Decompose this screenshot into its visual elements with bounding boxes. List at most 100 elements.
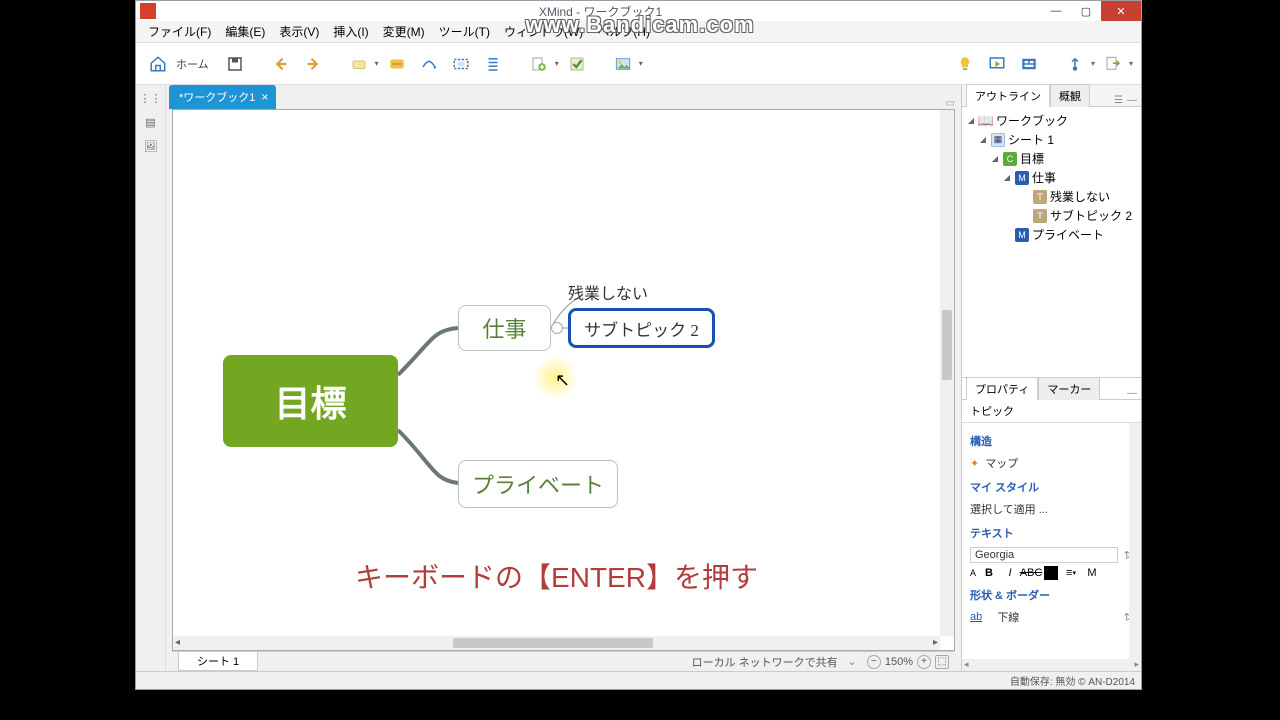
properties-body[interactable]: 構造 ✦マップ マイ スタイル 選択して適用 ... テキスト Georgia … bbox=[962, 423, 1141, 659]
undo-button[interactable] bbox=[267, 50, 295, 78]
central-icon: C bbox=[1003, 152, 1017, 166]
redo-button[interactable] bbox=[299, 50, 327, 78]
expand-handle[interactable] bbox=[551, 322, 563, 334]
tab-outline[interactable]: アウトライン bbox=[966, 84, 1050, 107]
save-button[interactable] bbox=[221, 50, 249, 78]
cursor-icon: ↖ bbox=[555, 370, 570, 391]
maximize-button[interactable]: ▢ bbox=[1071, 1, 1101, 21]
canvas-container: 目標 仕事 プライベート 残業しない サブトピック 2 ↖ キーボードの【ENT… bbox=[172, 109, 955, 651]
minimize-button[interactable]: — bbox=[1041, 1, 1071, 21]
tab-marker[interactable]: マーカー bbox=[1038, 377, 1100, 400]
outline-tree[interactable]: ◢📖ワークブック ◢▦シート 1 ◢C目標 ◢M仕事 T残業しない Tサブトピッ… bbox=[962, 107, 1141, 377]
left-toolstrip: ⋮⋮ ▤ 🖼 bbox=[136, 85, 166, 671]
subtopic-1[interactable]: 仕事 bbox=[458, 305, 551, 351]
properties-scrollbar[interactable] bbox=[1129, 423, 1141, 659]
vertical-scrollbar[interactable] bbox=[940, 110, 954, 636]
add-button[interactable]: ▾ bbox=[525, 50, 559, 78]
section-structure: 構造 bbox=[970, 433, 1133, 449]
sheet-icon: ▦ bbox=[991, 133, 1005, 147]
task-button[interactable] bbox=[563, 50, 591, 78]
document-tab[interactable]: *ワークブック1 × bbox=[169, 85, 276, 109]
zoom-in-button[interactable]: + bbox=[917, 655, 931, 669]
topic-heading: トピック bbox=[962, 400, 1141, 423]
image-button[interactable]: ▾ bbox=[609, 50, 643, 78]
central-topic[interactable]: 目標 bbox=[223, 355, 398, 447]
strip-view-icon[interactable]: ▤ bbox=[142, 113, 160, 131]
document-tabbar: *ワークブック1 × ▭ bbox=[166, 85, 961, 109]
zoom-fit-button[interactable]: ⬚ bbox=[935, 655, 949, 669]
font-select[interactable]: Georgia bbox=[970, 547, 1118, 563]
toolbar: ホーム ▾ ▾ ▾ ▾ ▾ bbox=[136, 43, 1141, 85]
sheet-tabbar: シート 1 ローカル ネットワークで共有 ⌄ − 150% + ⬚ bbox=[172, 651, 955, 671]
mindmap-canvas[interactable]: 目標 仕事 プライベート 残業しない サブトピック 2 ↖ キーボードの【ENT… bbox=[173, 110, 940, 636]
share-button[interactable]: ▾ bbox=[1061, 50, 1095, 78]
section-mystyle: マイ スタイル bbox=[970, 479, 1133, 495]
share-status[interactable]: ローカル ネットワークで共有 bbox=[692, 654, 838, 670]
panel-minimize-icon[interactable]: — bbox=[1127, 95, 1137, 106]
bold-button[interactable]: B bbox=[981, 565, 997, 581]
menu-file[interactable]: ファイル(F) bbox=[142, 21, 217, 42]
horizontal-scrollbar[interactable]: ◂ ▸ bbox=[173, 636, 940, 650]
home-button[interactable] bbox=[144, 50, 172, 78]
summary-button[interactable] bbox=[479, 50, 507, 78]
main-icon: M bbox=[1015, 228, 1029, 242]
window-controls: — ▢ ✕ bbox=[1041, 1, 1141, 21]
properties-tabs: プロパティ マーカー — bbox=[962, 378, 1141, 400]
topic-icon: T bbox=[1033, 190, 1047, 204]
tab-overview[interactable]: 概観 bbox=[1050, 84, 1090, 107]
app-icon bbox=[140, 3, 156, 19]
strip-handle-icon[interactable]: ⋮⋮ bbox=[142, 89, 160, 107]
menu-modify[interactable]: 変更(M) bbox=[377, 21, 431, 42]
selected-subtopic[interactable]: サブトピック 2 bbox=[568, 308, 715, 348]
editor-area: *ワークブック1 × ▭ 目標 仕事 プライベート bbox=[166, 85, 961, 671]
app-statusbar: 自動保存: 無効 © AN-D2014 bbox=[136, 671, 1141, 689]
strike-button[interactable]: ABC bbox=[1023, 565, 1039, 581]
manual-button[interactable]: M bbox=[1084, 565, 1100, 581]
tab-label: *ワークブック1 bbox=[179, 89, 255, 105]
relationship-button[interactable] bbox=[415, 50, 443, 78]
panel-menu-icon[interactable]: ☰ bbox=[1114, 95, 1123, 106]
topic-icon: T bbox=[1033, 209, 1047, 223]
menu-tools[interactable]: ツール(T) bbox=[433, 21, 496, 42]
underline-row[interactable]: ab 下線⇅ bbox=[970, 607, 1133, 627]
sheet-tab[interactable]: シート 1 bbox=[178, 652, 258, 671]
presentation-button[interactable] bbox=[983, 50, 1011, 78]
section-text: テキスト bbox=[970, 525, 1133, 541]
subtopic-2[interactable]: プライベート bbox=[458, 460, 618, 508]
main-icon: M bbox=[1015, 171, 1029, 185]
apply-style-row[interactable]: 選択して適用 ... bbox=[970, 499, 1133, 519]
font-smaller-icon[interactable]: A bbox=[970, 568, 976, 578]
align-button[interactable]: ≡▾ bbox=[1063, 565, 1079, 581]
boundary-button[interactable] bbox=[447, 50, 475, 78]
properties-h-scrollbar[interactable]: ◂▸ bbox=[962, 659, 1141, 671]
topic-button[interactable]: ▾ bbox=[345, 50, 379, 78]
tab-minimize-icon[interactable]: ▭ bbox=[946, 98, 955, 109]
menu-view[interactable]: 表示(V) bbox=[273, 21, 325, 42]
tab-close-icon[interactable]: × bbox=[261, 90, 268, 104]
tab-properties[interactable]: プロパティ bbox=[966, 377, 1038, 400]
zoom-out-button[interactable]: − bbox=[867, 655, 881, 669]
floating-topic[interactable]: 残業しない bbox=[568, 280, 648, 304]
menu-edit[interactable]: 編集(E) bbox=[219, 21, 271, 42]
map-type-row[interactable]: ✦マップ bbox=[970, 453, 1133, 473]
instruction-caption: キーボードの【ENTER】を押す bbox=[355, 556, 758, 596]
properties-panel: プロパティ マーカー — トピック 構造 ✦マップ マイ スタイル 選択して適用… bbox=[962, 377, 1141, 671]
strip-image-icon[interactable]: 🖼 bbox=[142, 137, 160, 155]
note-button[interactable] bbox=[383, 50, 411, 78]
idea-button[interactable] bbox=[951, 50, 979, 78]
section-shape: 形状 & ボーダー bbox=[970, 587, 1133, 603]
color-swatch[interactable] bbox=[1044, 566, 1058, 580]
right-sidebar: アウトライン 概観 ☰ — ◢📖ワークブック ◢▦シート 1 ◢C目標 ◢M仕事… bbox=[961, 85, 1141, 671]
italic-button[interactable]: I bbox=[1002, 565, 1018, 581]
zoom-control: − 150% + ⬚ bbox=[867, 655, 949, 669]
home-label: ホーム bbox=[176, 56, 209, 72]
export-button[interactable]: ▾ bbox=[1099, 50, 1133, 78]
map-icon: ✦ bbox=[970, 457, 979, 470]
share-chevron-icon[interactable]: ⌄ bbox=[848, 655, 857, 668]
book-icon: 📖 bbox=[979, 114, 993, 128]
close-button[interactable]: ✕ bbox=[1101, 1, 1141, 21]
brainstorm-button[interactable] bbox=[1015, 50, 1043, 78]
menu-insert[interactable]: 挿入(I) bbox=[327, 21, 374, 42]
main-area: ⋮⋮ ▤ 🖼 *ワークブック1 × ▭ bbox=[136, 85, 1141, 671]
panel-minimize-icon[interactable]: — bbox=[1127, 388, 1137, 399]
